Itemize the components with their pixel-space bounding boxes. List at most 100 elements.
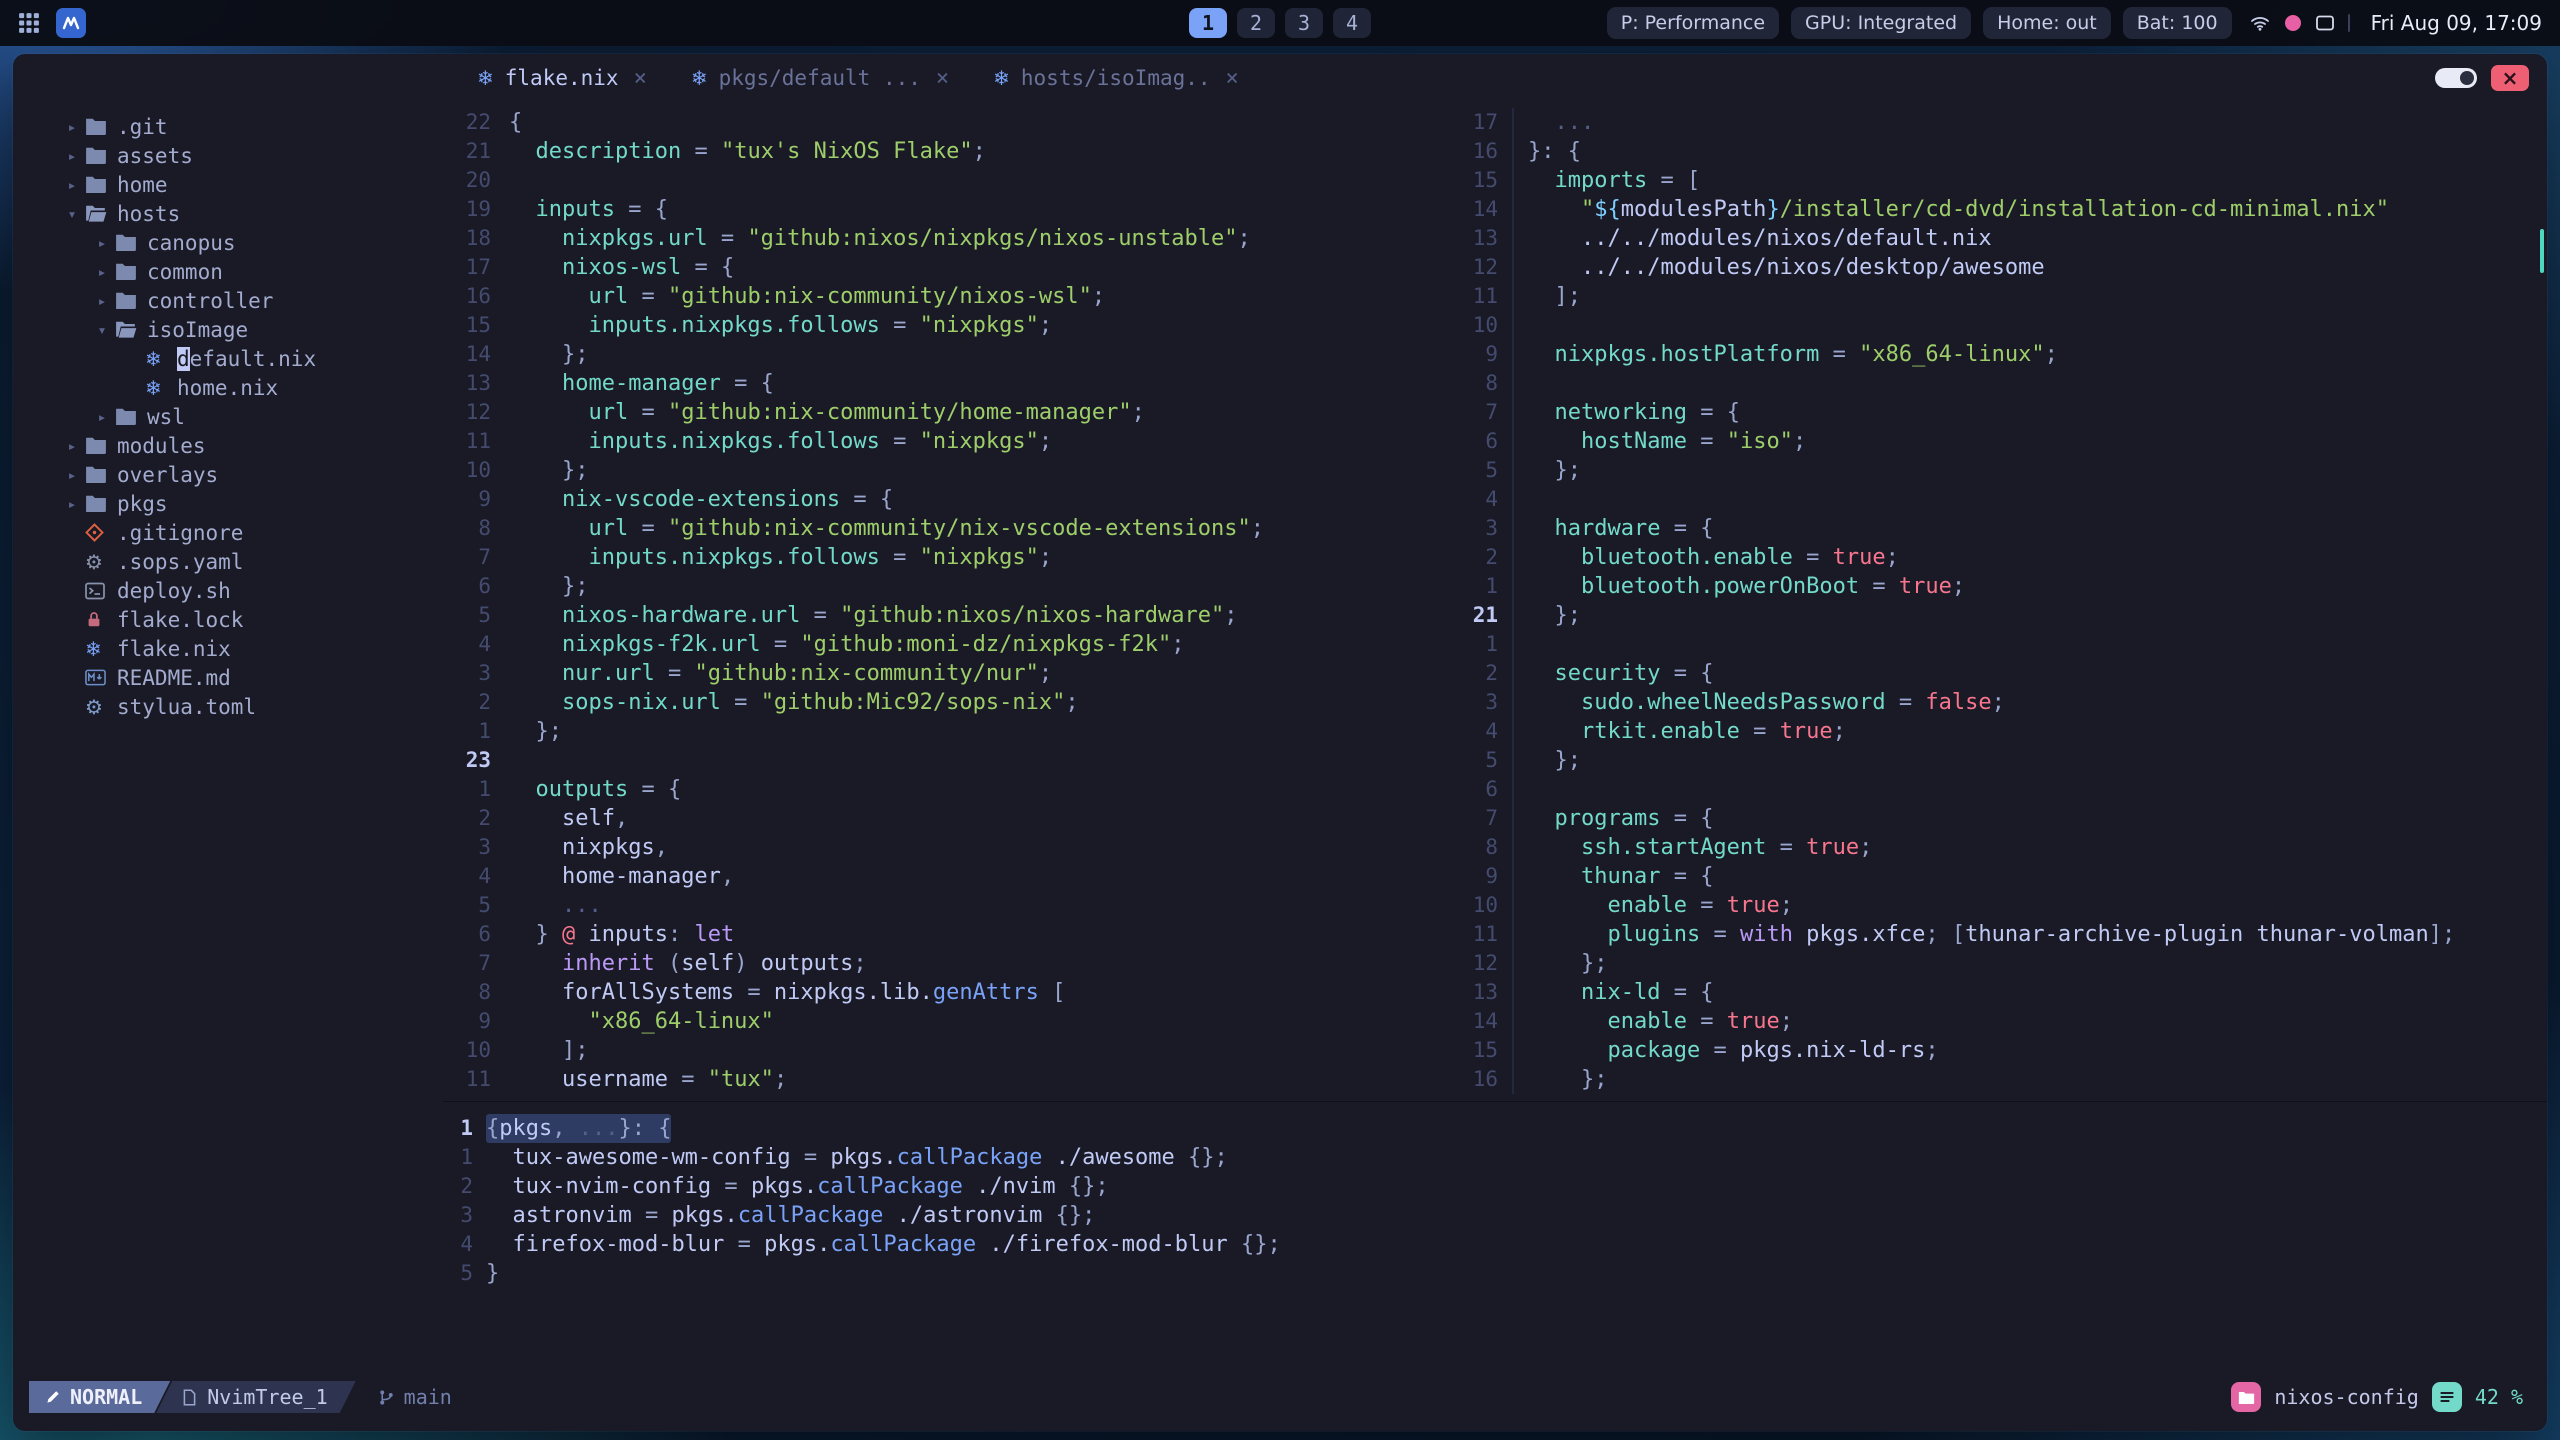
code-line[interactable]: 7 networking = { xyxy=(1458,398,2547,427)
code-line[interactable]: 2 bluetooth.enable = true; xyxy=(1458,543,2547,572)
code-line[interactable]: 9 thunar = { xyxy=(1458,862,2547,891)
code-line[interactable]: 5} xyxy=(443,1259,2547,1288)
code-line[interactable]: 22 { xyxy=(443,108,1458,137)
code-line[interactable]: 7 programs = { xyxy=(1458,804,2547,833)
launcher-logo-icon[interactable] xyxy=(56,8,86,38)
code-line[interactable]: 2 sops-nix.url = "github:Mic92/sops-nix"… xyxy=(443,688,1458,717)
chevron-right-icon[interactable]: ▸ xyxy=(59,147,85,165)
code-line[interactable]: 1 xyxy=(1458,630,2547,659)
code-line[interactable]: 9 nix-vscode-extensions = { xyxy=(443,485,1458,514)
code-line[interactable]: 8 forAllSystems = nixpkgs.lib.genAttrs [ xyxy=(443,978,1458,1007)
tree-item-deploy-sh[interactable]: deploy.sh xyxy=(13,576,443,605)
color-picker-icon[interactable] xyxy=(2284,14,2302,32)
code-line[interactable]: 3 astronvim = pkgs.callPackage ./astronv… xyxy=(443,1201,2547,1230)
tree-item-common[interactable]: ▸ common xyxy=(13,257,443,286)
tree-item-home[interactable]: ▸ home xyxy=(13,170,443,199)
code-line[interactable]: 1 tux-awesome-wm-config = pkgs.callPacka… xyxy=(443,1143,2547,1172)
code-line[interactable]: 9 "x86_64-linux" xyxy=(443,1007,1458,1036)
code-line[interactable]: 3 nur.url = "github:nix-community/nur"; xyxy=(443,659,1458,688)
tree-item-isoimage[interactable]: ▾ isoImage xyxy=(13,315,443,344)
code-line[interactable]: 5 }; xyxy=(1458,456,2547,485)
tray-window-icon[interactable] xyxy=(2315,14,2335,32)
code-line[interactable]: 5 nixos-hardware.url = "github:nixos/nix… xyxy=(443,601,1458,630)
code-line[interactable]: 23 xyxy=(443,746,1458,775)
code-line[interactable]: 20 xyxy=(443,166,1458,195)
chevron-right-icon[interactable]: ▸ xyxy=(59,437,85,455)
code-line[interactable]: 17 nixos-wsl = { xyxy=(443,253,1458,282)
buffer-tab[interactable]: ❄ pkgs/default ... × xyxy=(671,54,969,102)
code-line[interactable]: 11 inputs.nixpkgs.follows = "nixpkgs"; xyxy=(443,427,1458,456)
code-line[interactable]: 1 {pkgs, ...}: { xyxy=(443,1114,2547,1143)
code-line[interactable]: 16}: { xyxy=(1458,137,2547,166)
code-line[interactable]: 21 }; xyxy=(1458,601,2547,630)
code-line[interactable]: 11 ]; xyxy=(1458,282,2547,311)
code-line[interactable]: 2 self, xyxy=(443,804,1458,833)
code-line[interactable]: 3 nixpkgs, xyxy=(443,833,1458,862)
chevron-right-icon[interactable]: ▸ xyxy=(59,466,85,484)
code-line[interactable]: 13 nix-ld = { xyxy=(1458,978,2547,1007)
code-line[interactable]: 15 inputs.nixpkgs.follows = "nixpkgs"; xyxy=(443,311,1458,340)
wifi-icon[interactable] xyxy=(2249,13,2271,33)
code-line[interactable]: 10 }; xyxy=(443,456,1458,485)
code-line[interactable]: 6 } @ inputs: let xyxy=(443,920,1458,949)
workspace-button-2[interactable]: 2 xyxy=(1237,8,1275,38)
tree-item--git[interactable]: ▸ .git xyxy=(13,112,443,141)
tab-close-icon[interactable]: × xyxy=(936,66,949,91)
code-line[interactable]: 13 ../../modules/nixos/default.nix xyxy=(1458,224,2547,253)
code-line[interactable]: 11 plugins = with pkgs.xfce; [thunar-arc… xyxy=(1458,920,2547,949)
tree-item-overlays[interactable]: ▸ overlays xyxy=(13,460,443,489)
code-line[interactable]: 4 nixpkgs-f2k.url = "github:moni-dz/nixp… xyxy=(443,630,1458,659)
code-line[interactable]: 8 url = "github:nix-community/nix-vscode… xyxy=(443,514,1458,543)
workspace-button-3[interactable]: 3 xyxy=(1285,8,1323,38)
tree-item-flake-nix[interactable]: ❄ flake.nix xyxy=(13,634,443,663)
code-line[interactable]: 1 }; xyxy=(443,717,1458,746)
buffer-tab[interactable]: ❄ flake.nix × xyxy=(457,54,667,102)
tree-item-flake-lock[interactable]: flake.lock xyxy=(13,605,443,634)
window-toggle-button[interactable] xyxy=(2435,68,2477,88)
code-line[interactable]: 7 inherit (self) outputs; xyxy=(443,949,1458,978)
code-line[interactable]: 8 xyxy=(1458,369,2547,398)
chevron-right-icon[interactable]: ▸ xyxy=(89,292,115,310)
code-line[interactable]: 13 home-manager = { xyxy=(443,369,1458,398)
tree-item-pkgs[interactable]: ▸ pkgs xyxy=(13,489,443,518)
code-line[interactable]: 10 enable = true; xyxy=(1458,891,2547,920)
code-line[interactable]: 7 inputs.nixpkgs.follows = "nixpkgs"; xyxy=(443,543,1458,572)
scrollbar-thumb[interactable] xyxy=(2540,229,2544,273)
code-line[interactable]: 21 description = "tux's NixOS Flake"; xyxy=(443,137,1458,166)
code-line[interactable]: 14 }; xyxy=(443,340,1458,369)
chevron-down-icon[interactable]: ▾ xyxy=(59,205,85,223)
code-line[interactable]: 4 rtkit.enable = true; xyxy=(1458,717,2547,746)
code-line[interactable]: 6 xyxy=(1458,775,2547,804)
code-line[interactable]: 19 inputs = { xyxy=(443,195,1458,224)
code-line[interactable]: 2 security = { xyxy=(1458,659,2547,688)
tree-item-home-nix[interactable]: ❄ home.nix xyxy=(13,373,443,402)
code-line[interactable]: 14 enable = true; xyxy=(1458,1007,2547,1036)
code-line[interactable]: 15 imports = [ xyxy=(1458,166,2547,195)
code-line[interactable]: 12 }; xyxy=(1458,949,2547,978)
chevron-right-icon[interactable]: ▸ xyxy=(89,408,115,426)
tree-item-default-nix[interactable]: ❄ default.nix xyxy=(13,344,443,373)
code-line[interactable]: 16 }; xyxy=(1458,1065,2547,1094)
code-line[interactable]: 10 ]; xyxy=(443,1036,1458,1065)
code-line[interactable]: 5 ... xyxy=(443,891,1458,920)
workspace-button-1[interactable]: 1 xyxy=(1189,8,1227,38)
tree-item-controller[interactable]: ▸ controller xyxy=(13,286,443,315)
tree-item-readme-md[interactable]: README.md xyxy=(13,663,443,692)
workspace-button-4[interactable]: 4 xyxy=(1333,8,1371,38)
chevron-right-icon[interactable]: ▸ xyxy=(59,176,85,194)
code-line[interactable]: 6 }; xyxy=(443,572,1458,601)
tree-item-assets[interactable]: ▸ assets xyxy=(13,141,443,170)
code-line[interactable]: 3 hardware = { xyxy=(1458,514,2547,543)
window-close-button[interactable]: × xyxy=(2491,65,2529,91)
code-line[interactable]: 18 nixpkgs.url = "github:nixos/nixpkgs/n… xyxy=(443,224,1458,253)
code-line[interactable]: 10 xyxy=(1458,311,2547,340)
code-line[interactable]: 1 outputs = { xyxy=(443,775,1458,804)
code-line[interactable]: 11 username = "tux"; xyxy=(443,1065,1458,1094)
tree-item-wsl[interactable]: ▸ wsl xyxy=(13,402,443,431)
tree-item-stylua-toml[interactable]: ⚙ stylua.toml xyxy=(13,692,443,721)
tab-close-icon[interactable]: × xyxy=(1226,66,1239,91)
code-line[interactable]: 4 home-manager, xyxy=(443,862,1458,891)
code-line[interactable]: 8 ssh.startAgent = true; xyxy=(1458,833,2547,862)
chevron-right-icon[interactable]: ▸ xyxy=(59,495,85,513)
buffer-tab[interactable]: ❄ hosts/isoImag.. × xyxy=(973,54,1259,102)
